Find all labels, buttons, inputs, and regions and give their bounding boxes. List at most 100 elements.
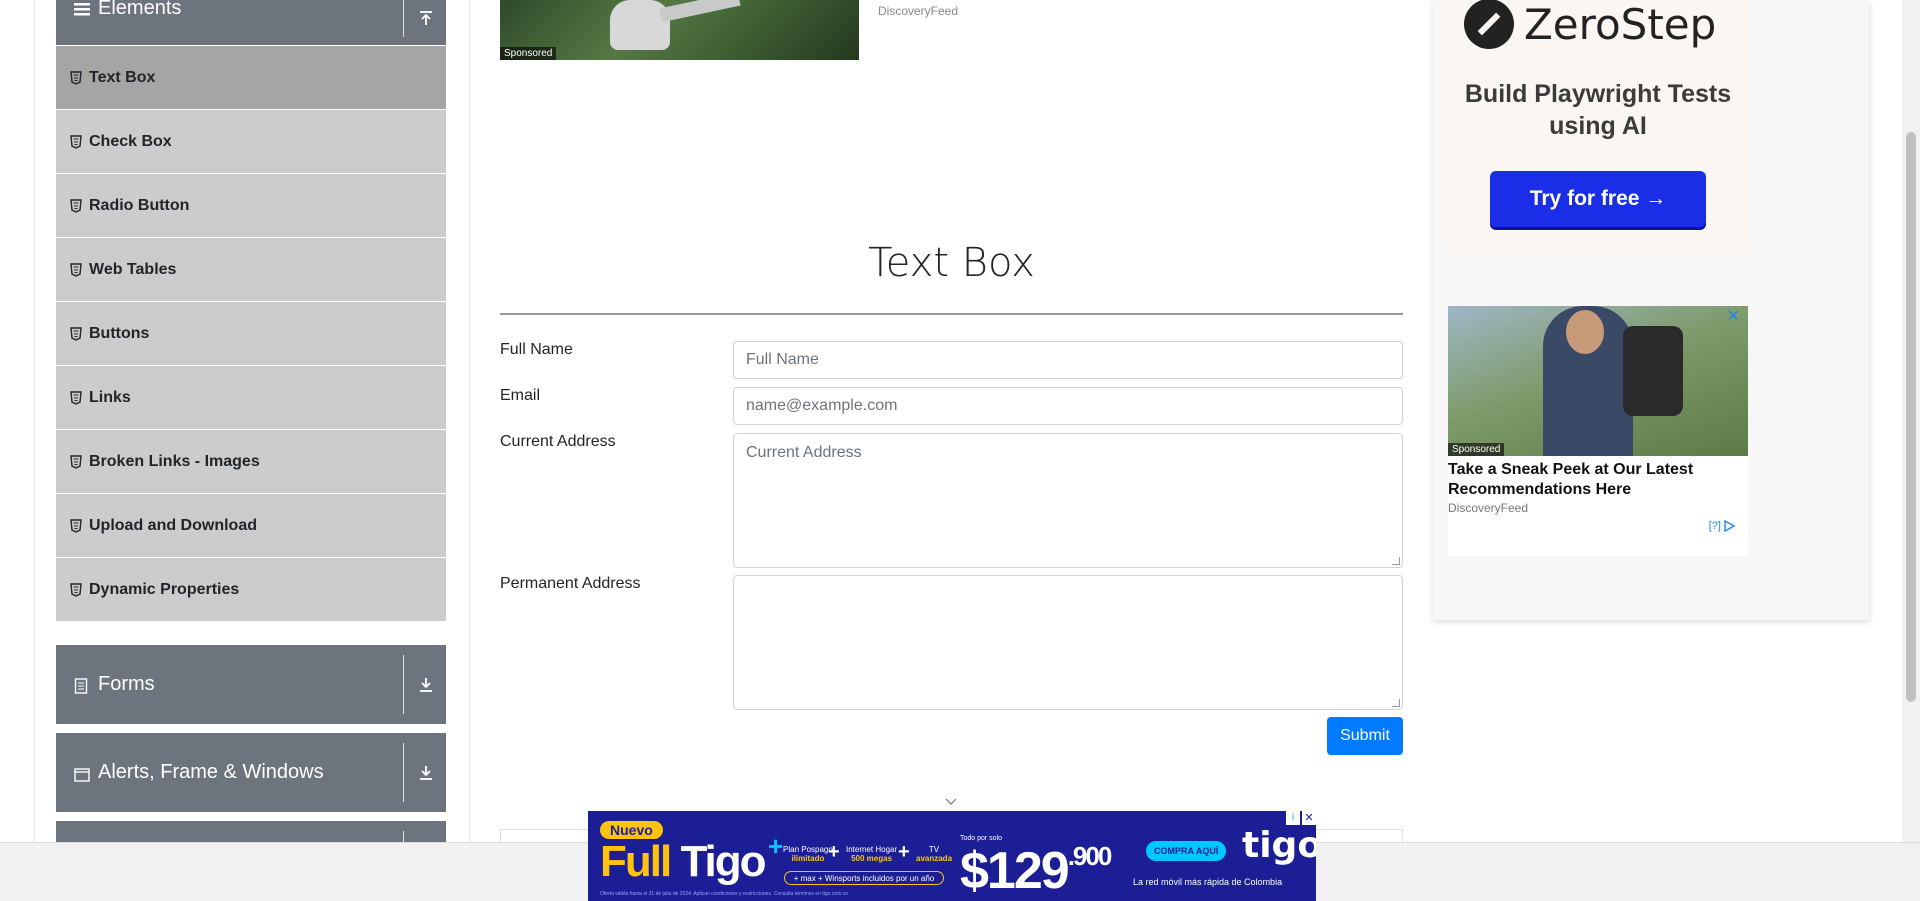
banner-price: $129.900 <box>960 841 1113 901</box>
html5-shield-icon <box>70 390 82 405</box>
window-icon <box>74 765 90 782</box>
current-address-label: Current Address <box>500 433 616 450</box>
price-main: $129 <box>960 842 1070 900</box>
discovery-ad-headline[interactable]: Take a Sneak Peek at Our Latest Recommen… <box>1448 460 1748 500</box>
feature-highlight: avanzada <box>916 854 953 863</box>
close-icon[interactable]: ✕ <box>1302 811 1316 825</box>
discovery-ad-image: Sponsored <box>1448 306 1748 456</box>
banner-brand-a: Full <box>600 837 672 886</box>
banner-plus: + <box>828 841 840 863</box>
page: Elements Text Box Check Box Radio Button… <box>0 0 1920 901</box>
try-for-free-button[interactable]: Try for free → <box>1490 171 1706 227</box>
download-arrow-icon[interactable] <box>416 675 436 695</box>
tigo-banner-ad[interactable]: Nuevo Full Tigo + Plan Pospago ilimitado … <box>588 811 1316 901</box>
group-header-label: Forms <box>98 673 155 695</box>
resize-handle[interactable] <box>1392 557 1400 565</box>
adchoices-icon[interactable]: [?] <box>1709 519 1736 533</box>
sidebar-item-dynamic-properties[interactable]: Dynamic Properties <box>56 558 446 622</box>
submit-button[interactable]: Submit <box>1327 717 1403 755</box>
group-header-alerts[interactable]: Alerts, Frame & Windows <box>56 733 446 813</box>
sidebar-item-label: Radio Button <box>89 196 190 214</box>
page-title: Text Box <box>868 240 1035 286</box>
header-divider <box>403 0 404 37</box>
hiker-backpack <box>1623 326 1683 416</box>
discovery-ad[interactable]: Sponsored ✕ Take a Sneak Peek at Our Lat… <box>1448 306 1748 556</box>
sidebar-item-label: Text Box <box>89 68 156 86</box>
banner-feature-1: Plan Pospago ilimitado <box>783 845 833 863</box>
html5-shield-icon <box>70 454 82 469</box>
chevron-down-icon[interactable] <box>944 795 958 809</box>
zerostep-logo-icon <box>1464 0 1514 49</box>
banner-plus: + <box>898 841 910 863</box>
discovery-ad-source: DiscoveryFeed <box>1448 501 1529 515</box>
sidebar-item-label: Upload and Download <box>89 516 257 534</box>
html5-shield-icon <box>70 198 82 213</box>
document-icon <box>74 677 90 694</box>
feature-text: TV <box>928 845 940 854</box>
sidebar-item-web-tables[interactable]: Web Tables <box>56 238 446 302</box>
sidebar-item-upload-download[interactable]: Upload and Download <box>56 494 446 558</box>
sponsored-tag: Sponsored <box>1448 443 1505 456</box>
banner-brand-b: Tigo <box>680 837 766 886</box>
zerostep-logo: ZeroStep <box>1464 0 1734 49</box>
scrollbar-thumb[interactable] <box>1906 132 1916 702</box>
html5-shield-icon <box>70 70 82 85</box>
feature-highlight: ilimitado <box>791 854 825 863</box>
email-label: Email <box>500 387 541 404</box>
title-divider <box>500 313 1403 315</box>
banner-brand: Full Tigo <box>600 837 767 887</box>
sidebar-item-radio-button[interactable]: Radio Button <box>56 174 446 238</box>
sidebar-item-text-box[interactable]: Text Box <box>56 46 446 110</box>
full-name-input[interactable]: Full Name <box>733 341 1403 379</box>
sidebar-item-label: Buttons <box>89 324 150 342</box>
sidebar-item-label: Broken Links - Images <box>89 452 260 470</box>
html5-shield-icon <box>70 518 82 533</box>
banner-feature-2: Internet Hogar 500 megas <box>846 845 897 863</box>
elements-menu: Text Box Check Box Radio Button Web Tabl… <box>56 46 446 622</box>
sidebar-item-label: Check Box <box>89 132 172 150</box>
sidebar-item-label: Dynamic Properties <box>89 580 240 598</box>
sidebar: Elements Text Box Check Box Radio Button… <box>56 0 446 901</box>
full-name-label: Full Name <box>500 341 573 358</box>
permanent-address-textarea[interactable] <box>733 575 1403 710</box>
hiker-head <box>1566 310 1604 354</box>
vertical-scrollbar[interactable] <box>1902 0 1920 842</box>
left-border <box>34 0 35 842</box>
email-input[interactable]: name@example.com <box>733 387 1403 425</box>
group-header-elements[interactable]: Elements <box>56 0 446 46</box>
tigo-logo: tigo <box>1242 825 1316 866</box>
resize-handle[interactable] <box>1392 699 1400 707</box>
sidebar-item-broken-links[interactable]: Broken Links - Images <box>56 430 446 494</box>
download-arrow-icon[interactable] <box>416 763 436 783</box>
zerostep-logo-text: ZeroStep <box>1524 0 1717 49</box>
sidebar-item-links[interactable]: Links <box>56 366 446 430</box>
group-gap <box>56 622 446 645</box>
close-icon[interactable]: ✕ <box>1727 306 1740 326</box>
current-address-placeholder: Current Address <box>746 444 862 461</box>
sidebar-item-check-box[interactable]: Check Box <box>56 110 446 174</box>
header-divider <box>403 743 404 802</box>
html5-shield-icon <box>70 134 82 149</box>
banner-plus: + <box>768 831 784 861</box>
sidebar-item-buttons[interactable]: Buttons <box>56 302 446 366</box>
permanent-address-label: Permanent Address <box>500 575 641 592</box>
zerostep-ad[interactable]: ZeroStep Build Playwright Tests using AI… <box>1448 0 1748 254</box>
banner-feature-3: TV avanzada <box>916 845 952 863</box>
ad-person-arm <box>659 0 741 23</box>
feature-text: Plan Pospago <box>783 845 833 854</box>
ad-source[interactable]: DiscoveryFeed <box>878 4 958 18</box>
group-gap <box>56 725 446 733</box>
banner-fine-print: Oferta válida hasta el 31 de julio de 20… <box>600 891 848 897</box>
group-header-forms[interactable]: Forms <box>56 645 446 725</box>
banner-pill: + max + Winsports incluidos por un año <box>784 871 944 885</box>
upload-arrow-icon[interactable] <box>416 8 436 28</box>
banner-cta-button[interactable]: COMPRA AQUÍ <box>1146 841 1227 861</box>
header-divider <box>403 655 404 714</box>
sponsored-ad-image[interactable]: Sponsored <box>500 0 859 60</box>
banner-tagline: La red móvil más rápida de Colombia <box>1133 877 1283 887</box>
html5-shield-icon <box>70 262 82 277</box>
group-gap <box>56 813 446 821</box>
price-cents: .900 <box>1067 841 1113 871</box>
ad-info-icon[interactable]: i <box>1286 811 1300 825</box>
current-address-textarea[interactable]: Current Address <box>733 433 1403 568</box>
